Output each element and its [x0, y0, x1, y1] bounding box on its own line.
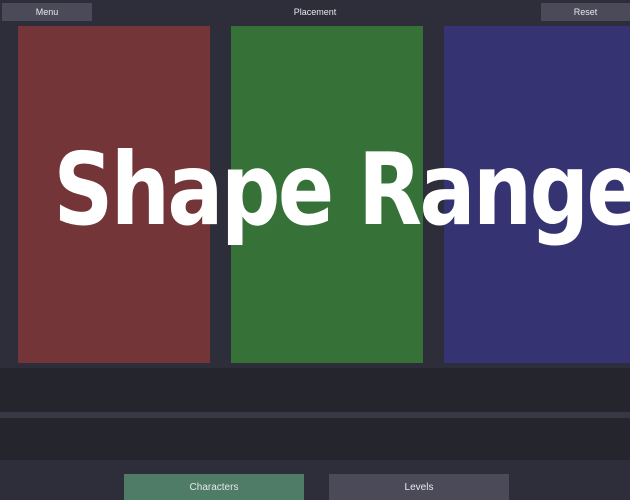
page-title: Placement	[293, 7, 337, 17]
game-screen: Menu Placement Reset Shape Range Charact…	[0, 0, 630, 500]
reset-button[interactable]: Reset	[541, 3, 630, 21]
strip-divider-bottom	[0, 460, 630, 468]
tab-characters[interactable]: Characters	[124, 474, 304, 500]
game-title-overlay: Shape Range	[53, 131, 630, 248]
menu-button[interactable]: Menu	[2, 3, 92, 21]
tab-levels[interactable]: Levels	[329, 474, 509, 500]
bottom-bar	[0, 468, 630, 500]
track-strip-bottom[interactable]	[0, 418, 630, 460]
track-strip-top[interactable]	[0, 368, 630, 412]
